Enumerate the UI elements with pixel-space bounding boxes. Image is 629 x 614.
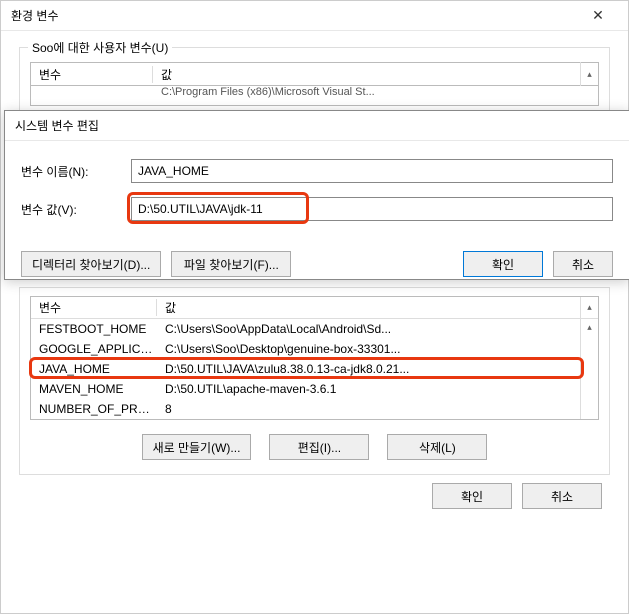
sys-col-variable[interactable]: 변수 [31, 299, 157, 316]
user-col-variable[interactable]: 변수 [31, 66, 153, 83]
dialog-ok-button[interactable]: 확인 [463, 251, 543, 277]
table-row-java-home[interactable]: JAVA_HOME D:\50.UTIL\JAVA\zulu8.38.0.13-… [31, 359, 598, 379]
var-value: C:\Users\Soo\AppData\Local\Android\Sd... [157, 322, 580, 336]
system-vars-group: 변수 값 ▴ FESTBOOT_HOME C:\Users\Soo\AppDat… [19, 287, 610, 475]
browse-dir-button[interactable]: 디렉터리 찾아보기(D)... [21, 251, 161, 277]
footer-area: 확인 취소 [1, 471, 628, 509]
dialog-cancel-button[interactable]: 취소 [553, 251, 613, 277]
user-row-truncated[interactable]: C:\Program Files (x86)\Microsoft Visual … [30, 86, 599, 106]
var-name: MAVEN_HOME [31, 382, 157, 396]
sys-col-value[interactable]: 값 [157, 299, 598, 316]
dialog-titlebar: 시스템 변수 편집 [5, 111, 629, 141]
edit-system-var-dialog: 시스템 변수 편집 변수 이름(N): 변수 값(V): 디렉터리 찾아보기(D… [4, 110, 629, 280]
browse-file-button[interactable]: 파일 찾아보기(F)... [171, 251, 291, 277]
dialog-body: 변수 이름(N): 변수 값(V): [5, 141, 629, 245]
user-vars-header: 변수 값 ▴ [30, 62, 599, 86]
var-name: GOOGLE_APPLICA... [31, 342, 157, 356]
scrollbar[interactable]: ▴ [580, 319, 598, 419]
user-vars-group: Soo에 대한 사용자 변수(U) 변수 값 ▴ C:\Program File… [19, 47, 610, 119]
system-vars-buttons: 새로 만들기(W)... 편집(I)... 삭제(L) [30, 434, 599, 460]
var-name-input[interactable] [131, 159, 613, 183]
close-icon[interactable]: ✕ [578, 2, 618, 30]
var-name: JAVA_HOME [31, 362, 157, 376]
var-name: FESTBOOT_HOME [31, 322, 157, 336]
var-value: 8 [157, 402, 580, 416]
var-name: NUMBER_OF_PROC... [31, 402, 157, 416]
user-vars-legend: Soo에 대한 사용자 변수(U) [28, 39, 172, 56]
user-col-value[interactable]: 값 [153, 66, 580, 83]
var-name-field: 변수 이름(N): [21, 159, 613, 183]
main-title: 환경 변수 [11, 7, 578, 24]
table-row[interactable]: FESTBOOT_HOME C:\Users\Soo\AppData\Local… [31, 319, 598, 339]
main-titlebar: 환경 변수 ✕ [1, 1, 628, 31]
cancel-button[interactable]: 취소 [522, 483, 602, 509]
var-value-field: 변수 값(V): [21, 197, 613, 221]
footer-buttons: 확인 취소 [1, 471, 628, 509]
ok-button[interactable]: 확인 [432, 483, 512, 509]
scroll-up-icon[interactable]: ▴ [580, 62, 598, 86]
var-value-input[interactable] [131, 197, 613, 221]
var-value: D:\50.UTIL\JAVA\zulu8.38.0.13-ca-jdk8.0.… [157, 362, 580, 376]
var-value-label: 변수 값(V): [21, 201, 131, 218]
new-button[interactable]: 새로 만들기(W)... [142, 434, 252, 460]
scroll-up-icon[interactable]: ▴ [580, 297, 598, 318]
system-vars-body: FESTBOOT_HOME C:\Users\Soo\AppData\Local… [31, 319, 598, 419]
dialog-buttons: 디렉터리 찾아보기(D)... 파일 찾아보기(F)... 확인 취소 [5, 245, 629, 283]
table-row[interactable]: NUMBER_OF_PROC... 8 [31, 399, 598, 419]
var-value: C:\Users\Soo\Desktop\genuine-box-33301..… [157, 342, 580, 356]
table-row[interactable]: MAVEN_HOME D:\50.UTIL\apache-maven-3.6.1 [31, 379, 598, 399]
var-name-label: 변수 이름(N): [21, 163, 131, 180]
system-vars-list: 변수 값 ▴ FESTBOOT_HOME C:\Users\Soo\AppDat… [30, 296, 599, 420]
var-value: D:\50.UTIL\apache-maven-3.6.1 [157, 382, 580, 396]
dialog-title: 시스템 변수 편집 [15, 117, 619, 134]
delete-button[interactable]: 삭제(L) [387, 434, 487, 460]
edit-button[interactable]: 편집(I)... [269, 434, 369, 460]
system-vars-header: 변수 값 ▴ [31, 297, 598, 319]
env-vars-window: 환경 변수 ✕ Soo에 대한 사용자 변수(U) 변수 값 ▴ C:\Prog… [0, 0, 629, 614]
table-row[interactable]: GOOGLE_APPLICA... C:\Users\Soo\Desktop\g… [31, 339, 598, 359]
system-vars-area: 변수 값 ▴ FESTBOOT_HOME C:\Users\Soo\AppDat… [19, 287, 610, 475]
